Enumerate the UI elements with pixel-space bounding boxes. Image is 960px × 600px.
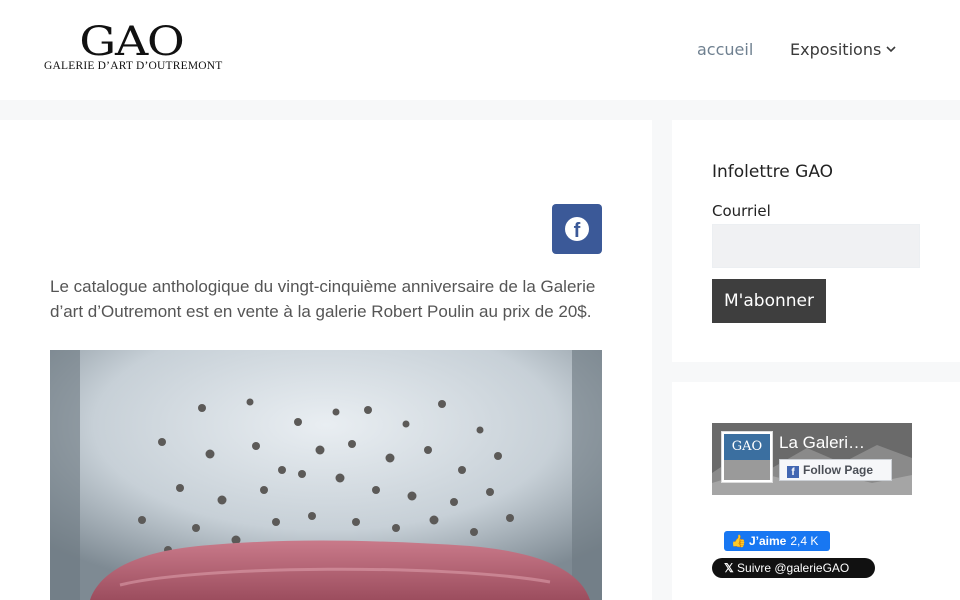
facebook-follow-button[interactable]: f Follow Page <box>779 459 892 481</box>
artwork-photo <box>50 350 602 600</box>
article-intro: Le catalogue anthologique du vingt-cinqu… <box>50 277 596 321</box>
nav-item-expositions[interactable]: Expositions <box>790 40 881 60</box>
logo-subtitle: GALERIE D’ART D’OUTREMONT <box>44 60 223 72</box>
site-logo[interactable]: GAO GALERIE D’ART D’OUTREMONT <box>44 22 223 74</box>
nav-item-accueil[interactable]: accueil <box>697 40 753 60</box>
facebook-share-button[interactable]: f <box>552 204 602 254</box>
social-widget: GAO La Galeri… f Follow Page 👍 J’aime 2,4 K… <box>672 382 960 600</box>
newsletter-widget: Infolettre GAO Courriel M'abonner <box>672 120 960 362</box>
facebook-icon: f <box>787 466 799 478</box>
logo-wordmark: GAO <box>79 19 184 65</box>
subscribe-button[interactable]: M'abonner <box>712 279 826 323</box>
email-field[interactable] <box>712 224 920 268</box>
email-label: Courriel <box>712 202 771 220</box>
x-logo-icon: 𝕏 <box>724 561 734 575</box>
facebook-like-button[interactable]: 👍 J’aime 2,4 K <box>724 531 830 551</box>
site-header: GAO GALERIE D’ART D’OUTREMONT accueil Ex… <box>0 0 960 100</box>
twitter-follow-button[interactable]: 𝕏 Suivre @galerieGAO <box>712 558 875 578</box>
facebook-page-thumbnail: GAO <box>721 431 773 483</box>
chevron-down-icon[interactable] <box>885 43 897 55</box>
newsletter-title: Infolettre GAO <box>712 162 834 182</box>
facebook-page-plugin[interactable]: GAO La Galeri… f Follow Page <box>712 423 912 495</box>
facebook-page-name[interactable]: La Galeri… <box>779 433 865 453</box>
article-content: f Le catalogue anthologique du vingt-cin… <box>0 120 652 600</box>
like-count: 2,4 K <box>790 534 819 548</box>
thumbs-up-icon: 👍 <box>731 534 746 548</box>
